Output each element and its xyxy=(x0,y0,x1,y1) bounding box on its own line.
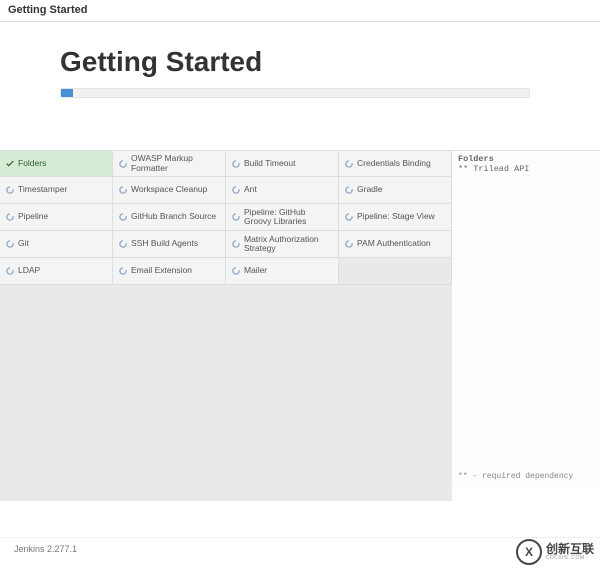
watermark: X 创新互联 CDCXHL.COM xyxy=(516,539,594,565)
plugin-cell: Pipeline: GitHub Groovy Libraries xyxy=(226,204,339,231)
plugin-cell: Pipeline: Stage View xyxy=(339,204,452,231)
plugin-label: Timestamper xyxy=(18,185,67,194)
wizard-header: Getting Started xyxy=(0,22,600,108)
spinner-icon xyxy=(230,185,241,196)
spinner-icon xyxy=(117,158,128,169)
plugin-cell: Pipeline xyxy=(0,204,113,231)
plugin-label: Credentials Binding xyxy=(357,159,431,168)
plugin-cell: Credentials Binding xyxy=(339,150,452,177)
plugin-label: Mailer xyxy=(244,266,267,275)
plugin-cell-empty xyxy=(339,258,452,285)
log-current-plugin: Folders xyxy=(458,154,594,164)
log-footer-note: ** - required dependency xyxy=(458,472,573,481)
spinner-icon xyxy=(343,158,354,169)
plugin-cell: GitHub Branch Source xyxy=(113,204,226,231)
spinner-icon xyxy=(117,266,128,277)
plugin-label: Workspace Cleanup xyxy=(131,185,207,194)
grid-filler xyxy=(0,285,452,501)
spinner-icon xyxy=(343,212,354,223)
plugin-label: SSH Build Agents xyxy=(131,239,198,248)
plugin-label: Email Extension xyxy=(131,266,192,275)
plugin-cell: OWASP Markup Formatter xyxy=(113,150,226,177)
plugin-cell: Build Timeout xyxy=(226,150,339,177)
plugin-label: Folders xyxy=(18,159,46,168)
spinner-icon xyxy=(117,212,128,223)
window-title: Getting Started xyxy=(8,4,87,16)
spinner-icon xyxy=(230,266,241,277)
footer: Jenkins 2.277.1 xyxy=(0,537,600,571)
plugin-label: Pipeline: GitHub Groovy Libraries xyxy=(244,208,334,227)
install-progress-bar xyxy=(61,89,73,97)
plugin-label: Git xyxy=(18,239,29,248)
plugin-cell: Workspace Cleanup xyxy=(113,177,226,204)
plugin-label: Pipeline xyxy=(18,212,48,221)
plugin-label: Ant xyxy=(244,185,257,194)
plugin-cell: Timestamper xyxy=(0,177,113,204)
log-line: ** Trilead API xyxy=(458,164,594,174)
spinner-icon xyxy=(4,212,15,223)
window-title-bar: Getting Started xyxy=(0,0,600,22)
plugin-cell: Mailer xyxy=(226,258,339,285)
install-progress xyxy=(60,88,530,98)
watermark-logo-icon: X xyxy=(516,539,542,565)
plugin-cell: Email Extension xyxy=(113,258,226,285)
jenkins-version: Jenkins 2.277.1 xyxy=(14,544,77,554)
spinner-icon xyxy=(230,158,241,169)
spinner-icon xyxy=(343,185,354,196)
install-log: Folders ** Trilead API ** - required dep… xyxy=(452,150,600,485)
spinner-icon xyxy=(117,185,128,196)
plugin-cell: Git xyxy=(0,231,113,258)
plugin-label: Matrix Authorization Strategy xyxy=(244,235,334,254)
check-icon xyxy=(4,158,15,169)
plugin-cell: SSH Build Agents xyxy=(113,231,226,258)
plugin-label: GitHub Branch Source xyxy=(131,212,216,221)
page-title: Getting Started xyxy=(60,46,600,78)
plugin-cell: PAM Authentication xyxy=(339,231,452,258)
plugin-cell: Folders xyxy=(0,150,113,177)
plugin-cell: Ant xyxy=(226,177,339,204)
spinner-icon xyxy=(343,239,354,250)
spinner-icon xyxy=(117,239,128,250)
spinner-icon xyxy=(230,212,241,223)
spinner-icon xyxy=(4,239,15,250)
spinner-icon xyxy=(4,185,15,196)
plugin-label: LDAP xyxy=(18,266,40,275)
plugin-label: Gradle xyxy=(357,185,383,194)
plugin-label: Build Timeout xyxy=(244,159,296,168)
plugin-label: PAM Authentication xyxy=(357,239,431,248)
spinner-icon xyxy=(230,239,241,250)
main-content: Folders OWASP Markup Formatter Build Timeo… xyxy=(0,150,600,485)
plugin-label: OWASP Markup Formatter xyxy=(131,154,221,173)
watermark-text: 创新互联 xyxy=(546,543,594,555)
plugin-cell: Gradle xyxy=(339,177,452,204)
spinner-icon xyxy=(4,266,15,277)
plugin-cell: LDAP xyxy=(0,258,113,285)
plugin-label: Pipeline: Stage View xyxy=(357,212,435,221)
spacer xyxy=(0,108,600,150)
plugin-cell: Matrix Authorization Strategy xyxy=(226,231,339,258)
plugin-grid: Folders OWASP Markup Formatter Build Timeo… xyxy=(0,150,452,485)
